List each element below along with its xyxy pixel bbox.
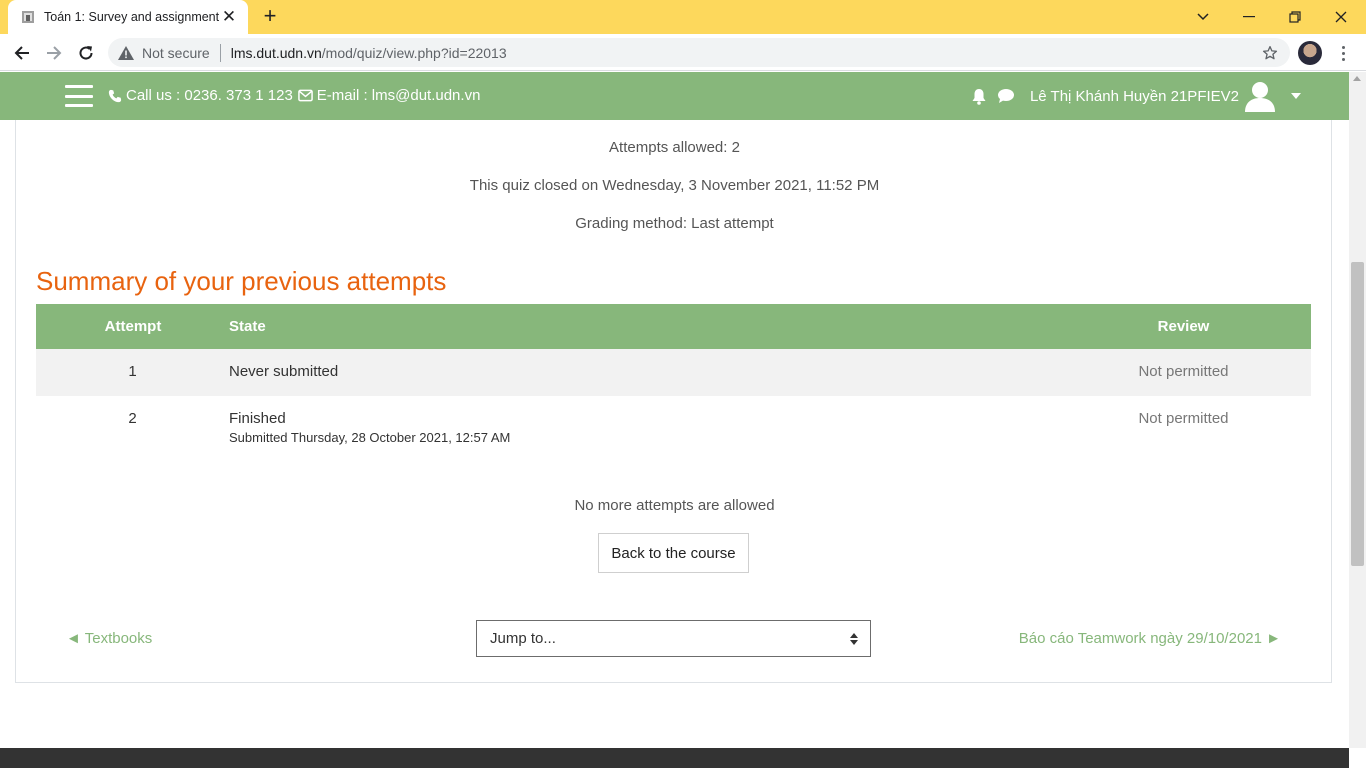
previous-activity-link[interactable]: ◄ Textbooks	[66, 630, 152, 647]
state-text: Finished	[229, 410, 286, 427]
forward-arrow-icon[interactable]	[40, 39, 68, 67]
user-avatar-icon[interactable]	[1243, 79, 1277, 113]
browser-tabstrip: Toán 1: Survey and assignment 1 ✕ +	[0, 0, 1366, 34]
scroll-up-arrow-icon[interactable]	[1353, 76, 1361, 81]
restore-icon[interactable]	[1272, 0, 1318, 34]
url-domain: lms.dut.udn.vn	[230, 44, 322, 61]
call-us-text: Call us : 0236. 373 1 123	[126, 87, 293, 104]
caret-down-icon[interactable]	[1291, 91, 1301, 101]
tab-search-icon[interactable]	[1180, 0, 1226, 34]
user-name[interactable]: Lê Thị Khánh Huyền 21PFIEV2	[1030, 88, 1239, 105]
state-text: Never submitted	[229, 363, 339, 380]
phone-icon	[107, 88, 123, 104]
review-status: Not permitted	[1138, 363, 1229, 380]
review-status: Not permitted	[1138, 410, 1229, 427]
column-header-attempt: Attempt	[104, 318, 162, 335]
column-header-review: Review	[1157, 318, 1210, 335]
back-to-course-button[interactable]: Back to the course	[598, 533, 749, 573]
submitted-date: Submitted Thursday, 28 October 2021, 12:…	[229, 430, 511, 445]
attempt-state: Never submitted	[229, 349, 1056, 396]
scrollbar-thumb[interactable]	[1351, 262, 1364, 566]
next-activity-link[interactable]: Báo cáo Teamwork ngày 29/10/2021 ►	[1019, 630, 1281, 647]
summary-heading: Summary of your previous attempts	[36, 266, 447, 296]
bookmark-star-icon[interactable]	[1260, 43, 1280, 63]
attempts-table: Attempt State Review 1 Never submitted N…	[36, 304, 1311, 454]
no-more-attempts-message: No more attempts are allowed	[574, 497, 775, 514]
warning-icon[interactable]	[118, 45, 134, 61]
tab-title: Toán 1: Survey and assignment 1	[44, 10, 220, 24]
quiz-closed-date: This quiz closed on Wednesday, 3 Novembe…	[469, 177, 880, 194]
profile-avatar[interactable]	[1298, 41, 1322, 65]
user-area: Lê Thị Khánh Huyền 21PFIEV2	[968, 72, 1301, 120]
email-text: E-mail : lms@dut.udn.vn	[316, 87, 481, 104]
column-header-state: State	[229, 318, 266, 335]
bell-icon[interactable]	[968, 85, 990, 107]
close-window-icon[interactable]	[1318, 0, 1364, 34]
address-bar[interactable]: Not secure lms.dut.udn.vn/mod/quiz/view.…	[108, 38, 1290, 67]
hamburger-menu-icon[interactable]	[65, 85, 93, 107]
reload-icon[interactable]	[72, 39, 100, 67]
page-favicon-icon	[20, 9, 36, 25]
browser-toolbar: Not secure lms.dut.udn.vn/mod/quiz/view.…	[0, 34, 1366, 71]
browser-tab[interactable]: Toán 1: Survey and assignment 1 ✕	[8, 0, 248, 34]
page-scrollbar[interactable]	[1349, 72, 1366, 748]
url-path: /mod/quiz/view.php?id=22013	[321, 44, 507, 61]
new-tab-button[interactable]: +	[258, 5, 282, 29]
tab-close-icon[interactable]: ✕	[220, 8, 238, 26]
security-label[interactable]: Not secure	[142, 45, 210, 61]
quiz-content-card: Attempts allowed: 2 This quiz closed on …	[15, 120, 1332, 683]
address-divider	[219, 43, 221, 62]
attempt-state: Finished Submitted Thursday, 28 October …	[229, 396, 1056, 454]
select-arrows-icon	[850, 633, 858, 645]
table-row: 1 Never submitted Not permitted	[36, 349, 1311, 396]
chat-bubble-icon[interactable]	[995, 85, 1017, 107]
attempt-number: 2	[128, 410, 137, 427]
attempt-number: 1	[128, 363, 137, 380]
jump-to-value: Jump to...	[490, 630, 556, 647]
page-footer	[0, 748, 1349, 768]
back-arrow-icon[interactable]	[8, 39, 36, 67]
site-navbar: Call us : 0236. 373 1 123 E-mail : lms@d…	[0, 72, 1349, 120]
minimize-icon[interactable]	[1226, 0, 1272, 34]
table-row: 2 Finished Submitted Thursday, 28 Octobe…	[36, 396, 1311, 454]
attempts-allowed: Attempts allowed: 2	[609, 139, 740, 156]
contact-info: Call us : 0236. 373 1 123 E-mail : lms@d…	[107, 87, 480, 104]
grading-method: Grading method: Last attempt	[575, 215, 774, 232]
jump-to-select[interactable]: Jump to...	[476, 620, 871, 657]
envelope-icon	[298, 88, 314, 104]
browser-menu-icon[interactable]	[1333, 40, 1353, 66]
url-text[interactable]: lms.dut.udn.vn/mod/quiz/view.php?id=2201…	[231, 45, 507, 61]
table-header-row: Attempt State Review	[36, 304, 1311, 349]
